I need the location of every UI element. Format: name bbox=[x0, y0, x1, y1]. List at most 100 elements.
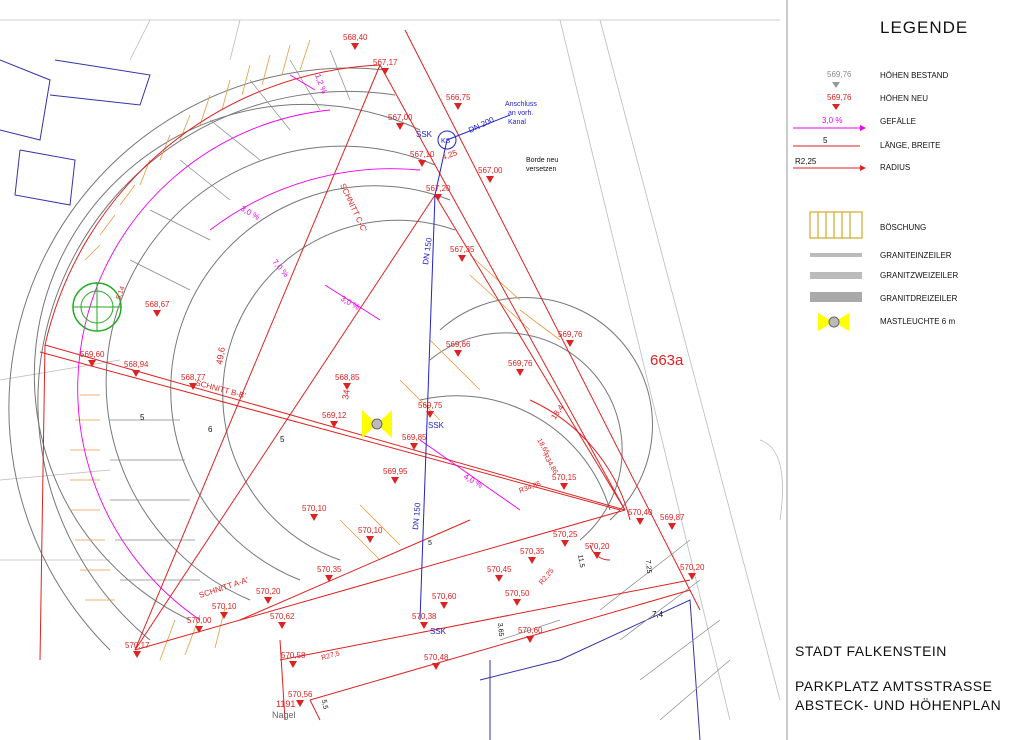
height-label: 570,10 bbox=[358, 526, 383, 535]
height-label: 570,10 bbox=[302, 504, 327, 513]
height-triangle bbox=[396, 123, 404, 130]
height-marker: 566,75 bbox=[446, 93, 471, 110]
slope-label-5: 1,2 % bbox=[313, 73, 328, 95]
height-triangle bbox=[495, 575, 503, 582]
borde-line-1: Borde neu bbox=[526, 157, 558, 164]
height-label: 570,60 bbox=[518, 626, 543, 635]
height-triangle bbox=[132, 370, 140, 377]
height-triangle bbox=[528, 557, 536, 564]
height-label: 569,76 bbox=[508, 359, 533, 368]
title-city: STADT FALKENSTEIN bbox=[795, 643, 947, 659]
ks-label: KS bbox=[441, 138, 451, 145]
legend-boeschung-label: BÖSCHUNG bbox=[880, 223, 927, 232]
height-marker: 570,60 bbox=[432, 592, 457, 609]
height-label: 567,35 bbox=[450, 245, 475, 254]
height-marker: 570,40 bbox=[628, 508, 653, 525]
height-label: 570,20 bbox=[680, 563, 705, 572]
height-marker: 570,20 bbox=[256, 587, 281, 604]
slope-label-1: 3,0 % bbox=[239, 204, 261, 222]
dim-r27-5: R27,5 bbox=[321, 650, 341, 662]
dim-49-6: 49,6 bbox=[214, 346, 227, 365]
height-triangle bbox=[418, 160, 426, 167]
height-label: 570,20 bbox=[256, 587, 281, 596]
height-label: 568,94 bbox=[124, 360, 149, 369]
height-triangle bbox=[351, 43, 359, 50]
height-triangle bbox=[330, 421, 338, 428]
height-label: 567,17 bbox=[373, 58, 398, 67]
height-label: 570,56 bbox=[288, 690, 313, 699]
dim-r34-86: R34,86 bbox=[541, 453, 558, 476]
height-marker: 570,48 bbox=[424, 653, 449, 670]
ssk-label-mid: SSK bbox=[428, 421, 445, 430]
height-label: 568,85 bbox=[335, 373, 360, 382]
height-label: 570,48 bbox=[424, 653, 449, 662]
borde-line-2: versetzen bbox=[526, 166, 556, 173]
ssk-label-bottom: SSK bbox=[430, 627, 447, 636]
height-marker: 570,62 bbox=[270, 612, 295, 629]
legend-granitdreizeiler-label: GRANITDREIZEILER bbox=[880, 294, 958, 303]
height-label: 570,62 bbox=[270, 612, 295, 621]
height-marker: 570,25 bbox=[553, 530, 578, 547]
dn200-label: DN 200 bbox=[467, 115, 496, 135]
height-triangle bbox=[560, 483, 568, 490]
height-triangle bbox=[264, 597, 272, 604]
height-label: 568,67 bbox=[145, 300, 170, 309]
height-triangle bbox=[88, 360, 96, 367]
height-label: 569,75 bbox=[418, 401, 443, 410]
height-label: 569,85 bbox=[402, 433, 427, 442]
height-triangle bbox=[486, 176, 494, 183]
dim-3-65: 3,65 bbox=[496, 623, 504, 637]
height-triangle bbox=[325, 575, 333, 582]
height-label: 570,35 bbox=[317, 565, 342, 574]
height-label: 570,15 bbox=[552, 473, 577, 482]
height-triangle bbox=[296, 700, 304, 707]
height-label: 570,00 bbox=[187, 616, 212, 625]
height-label: 570,38 bbox=[412, 612, 437, 621]
height-label: 569,12 bbox=[322, 411, 347, 420]
dim-5-a: 5 bbox=[140, 413, 145, 422]
dim-5-b: 5 bbox=[280, 435, 285, 444]
legend-gefaelle-value: 3,0 % bbox=[822, 116, 843, 125]
height-triangle bbox=[636, 518, 644, 525]
height-label: 570,35 bbox=[520, 547, 545, 556]
height-triangle bbox=[381, 68, 389, 75]
owner-name: Nagel bbox=[272, 710, 296, 720]
height-label: 570,50 bbox=[505, 589, 530, 598]
height-triangle bbox=[343, 383, 351, 390]
height-label: 569,87 bbox=[660, 513, 685, 522]
anschluss-line-1: Anschluss bbox=[505, 101, 537, 108]
height-marker: 569,60 bbox=[80, 350, 105, 367]
height-label: 567,00 bbox=[388, 113, 413, 122]
dim-5-c: 5 bbox=[428, 540, 432, 547]
height-triangle bbox=[195, 626, 203, 633]
anschluss-line-3: Kanal bbox=[508, 119, 526, 126]
height-label: 567,10 bbox=[410, 150, 435, 159]
dim-5-14: 5,14 bbox=[115, 285, 126, 300]
height-triangle bbox=[526, 636, 534, 643]
dn150-label-top: DN 150 bbox=[421, 237, 434, 266]
legend-hoehen-bestand-label: HÖHEN BESTAND bbox=[880, 71, 949, 80]
height-marker: 570,10 bbox=[358, 526, 383, 543]
height-label: 570,45 bbox=[487, 565, 512, 574]
height-triangle bbox=[561, 540, 569, 547]
legend-hoehen-neu-label: HÖHEN NEU bbox=[880, 94, 929, 103]
tree-symbol bbox=[72, 282, 122, 332]
parking-arcs bbox=[8, 67, 653, 651]
height-label: 570,60 bbox=[432, 592, 457, 601]
height-triangle bbox=[454, 103, 462, 110]
height-label: 567,20 bbox=[426, 184, 451, 193]
height-marker: 567,10 bbox=[410, 150, 435, 167]
height-marker: 568,94 bbox=[124, 360, 149, 377]
height-label: 567,00 bbox=[478, 166, 503, 175]
height-triangle bbox=[513, 599, 521, 606]
height-triangle bbox=[420, 622, 428, 629]
ssk-label-top: SSK bbox=[416, 130, 433, 139]
height-marker: 570,17 bbox=[125, 641, 150, 658]
height-triangle bbox=[133, 651, 141, 658]
height-triangle bbox=[458, 255, 466, 262]
height-marker: 570,58 bbox=[281, 651, 306, 668]
height-marker: 569,12 bbox=[322, 411, 347, 428]
mastleuchte-symbol bbox=[362, 410, 392, 438]
height-label: 568,40 bbox=[343, 33, 368, 42]
legend-title: LEGENDE bbox=[880, 18, 969, 37]
